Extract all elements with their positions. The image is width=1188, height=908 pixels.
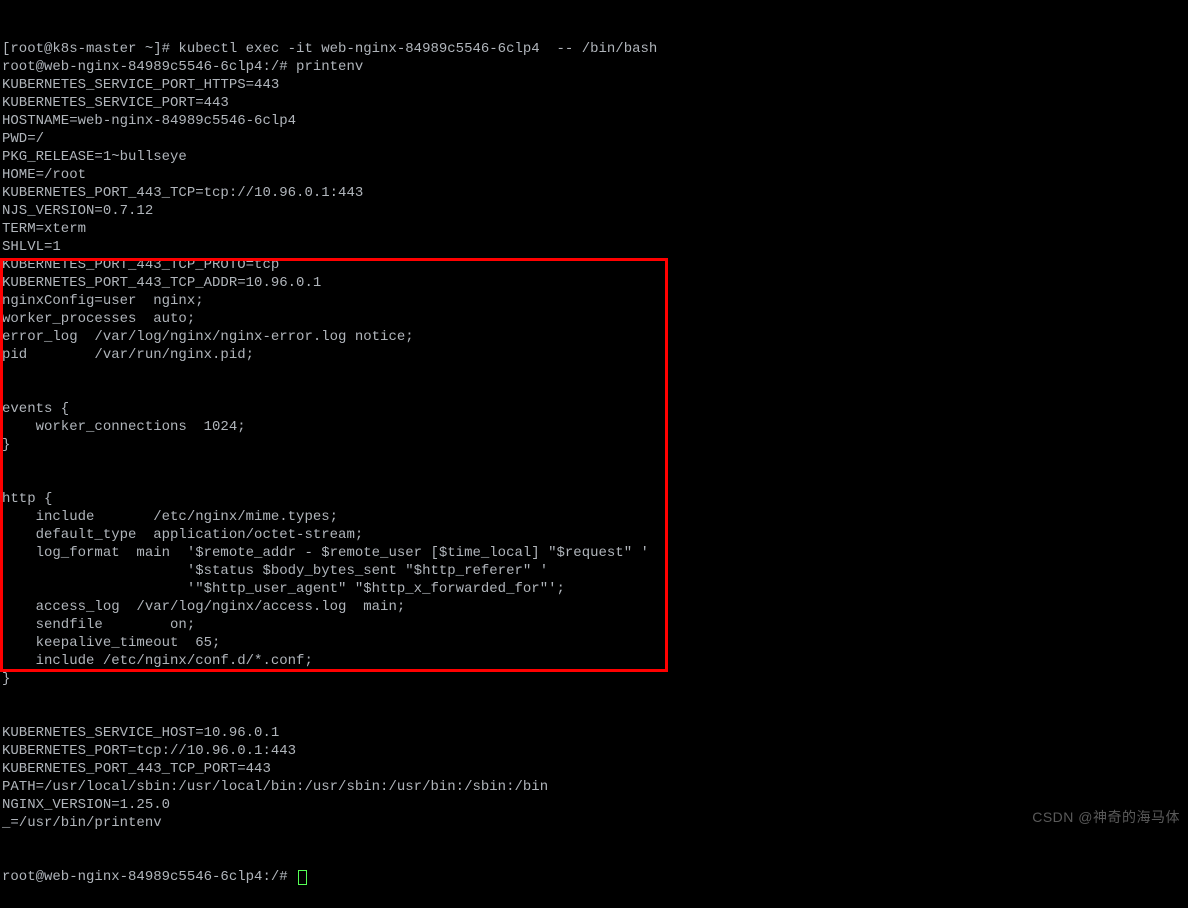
watermark-text: CSDN @神奇的海马体 [1032,808,1180,826]
terminal-line: root@web-nginx-84989c5546-6clp4:/# print… [2,58,1186,76]
terminal-line: SHLVL=1 [2,238,1186,256]
terminal-line: KUBERNETES_SERVICE_PORT_HTTPS=443 [2,76,1186,94]
terminal-line: [root@k8s-master ~]# kubectl exec -it we… [2,40,1186,58]
terminal-line: pid /var/run/nginx.pid; [2,346,1186,364]
terminal-line [2,364,1186,382]
terminal-line: KUBERNETES_SERVICE_PORT=443 [2,94,1186,112]
terminal-line: events { [2,400,1186,418]
terminal-line: '$status $body_bytes_sent "$http_referer… [2,562,1186,580]
terminal-line: PWD=/ [2,130,1186,148]
terminal-line [2,706,1186,724]
terminal-output[interactable]: [root@k8s-master ~]# kubectl exec -it we… [0,0,1188,908]
terminal-line: KUBERNETES_SERVICE_HOST=10.96.0.1 [2,724,1186,742]
terminal-line [2,688,1186,706]
terminal-line: NGINX_VERSION=1.25.0 [2,796,1186,814]
terminal-line: nginxConfig=user nginx; [2,292,1186,310]
shell-prompt-line[interactable]: root@web-nginx-84989c5546-6clp4:/# [2,868,1186,886]
terminal-line: _=/usr/bin/printenv [2,814,1186,832]
terminal-line: log_format main '$remote_addr - $remote_… [2,544,1186,562]
terminal-line: KUBERNETES_PORT=tcp://10.96.0.1:443 [2,742,1186,760]
terminal-line: HOME=/root [2,166,1186,184]
terminal-line: include /etc/nginx/mime.types; [2,508,1186,526]
terminal-line: PKG_RELEASE=1~bullseye [2,148,1186,166]
terminal-line: worker_processes auto; [2,310,1186,328]
terminal-line: access_log /var/log/nginx/access.log mai… [2,598,1186,616]
terminal-line: default_type application/octet-stream; [2,526,1186,544]
terminal-line: KUBERNETES_PORT_443_TCP_PORT=443 [2,760,1186,778]
terminal-line: } [2,436,1186,454]
terminal-line: include /etc/nginx/conf.d/*.conf; [2,652,1186,670]
terminal-line: HOSTNAME=web-nginx-84989c5546-6clp4 [2,112,1186,130]
terminal-line: keepalive_timeout 65; [2,634,1186,652]
terminal-line: sendfile on; [2,616,1186,634]
terminal-line [2,454,1186,472]
cursor-icon [298,870,307,885]
terminal-line: KUBERNETES_PORT_443_TCP=tcp://10.96.0.1:… [2,184,1186,202]
terminal-line: error_log /var/log/nginx/nginx-error.log… [2,328,1186,346]
terminal-line: KUBERNETES_PORT_443_TCP_PROTO=tcp [2,256,1186,274]
terminal-line: http { [2,490,1186,508]
terminal-line: KUBERNETES_PORT_443_TCP_ADDR=10.96.0.1 [2,274,1186,292]
terminal-line: } [2,670,1186,688]
terminal-line [2,382,1186,400]
terminal-line: '"$http_user_agent" "$http_x_forwarded_f… [2,580,1186,598]
terminal-line [2,472,1186,490]
terminal-line: PATH=/usr/local/sbin:/usr/local/bin:/usr… [2,778,1186,796]
shell-prompt-text: root@web-nginx-84989c5546-6clp4:/# [2,869,296,885]
terminal-line: TERM=xterm [2,220,1186,238]
terminal-line: worker_connections 1024; [2,418,1186,436]
terminal-line: NJS_VERSION=0.7.12 [2,202,1186,220]
